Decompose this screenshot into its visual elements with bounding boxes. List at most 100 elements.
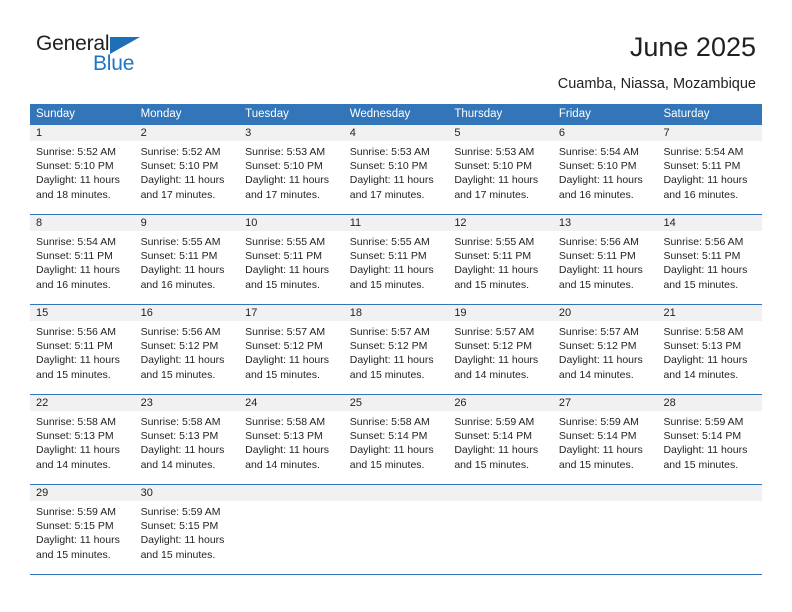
calendar-day-cell[interactable]: 12 Sunrise: 5:55 AM Sunset: 5:11 PM Dayl…: [448, 215, 553, 304]
general-blue-logo[interactable]: General Blue: [36, 32, 166, 78]
sunrise-text: Sunrise: 5:56 AM: [558, 236, 639, 248]
daylight-text: Daylight: 11 hours and 14 minutes.: [140, 444, 225, 471]
calendar-day-cell[interactable]: 1 Sunrise: 5:52 AM Sunset: 5:10 PM Dayli…: [30, 125, 135, 214]
day-details: Sunrise: 5:56 AM Sunset: 5:11 PM Dayligh…: [657, 231, 762, 292]
day-details: Sunrise: 5:58 AM Sunset: 5:13 PM Dayligh…: [239, 411, 344, 472]
page-subtitle: Cuamba, Niassa, Mozambique: [557, 76, 756, 92]
calendar-day-cell[interactable]: 29 Sunrise: 5:59 AM Sunset: 5:15 PM Dayl…: [30, 485, 135, 574]
calendar-day-cell[interactable]: 24 Sunrise: 5:58 AM Sunset: 5:13 PM Dayl…: [239, 395, 344, 484]
sunset-text: Sunset: 5:10 PM: [36, 160, 114, 173]
calendar-page: General Blue June 2025 Cuamba, Niassa, M…: [0, 0, 792, 612]
sunset-text: Sunset: 5:14 PM: [454, 430, 532, 443]
day-number: 4: [343, 125, 449, 141]
sunrise-text: Sunrise: 5:58 AM: [140, 416, 221, 428]
daylight-text: Daylight: 11 hours and 17 minutes.: [245, 174, 330, 201]
calendar-day-cell-empty: [343, 485, 449, 574]
weekday-header-row: Sunday Monday Tuesday Wednesday Thursday…: [30, 104, 762, 124]
sunset-text: Sunset: 5:12 PM: [140, 340, 219, 353]
calendar-day-cell[interactable]: 2 Sunrise: 5:52 AM Sunset: 5:10 PM Dayli…: [134, 125, 240, 214]
calendar-day-cell[interactable]: 30 Sunrise: 5:59 AM Sunset: 5:15 PM Dayl…: [134, 485, 240, 574]
day-number: 16: [134, 305, 240, 321]
day-details: Sunrise: 5:53 AM Sunset: 5:10 PM Dayligh…: [448, 141, 553, 202]
calendar-day-cell[interactable]: 13 Sunrise: 5:56 AM Sunset: 5:11 PM Dayl…: [552, 215, 658, 304]
calendar-day-cell[interactable]: 17 Sunrise: 5:57 AM Sunset: 5:12 PM Dayl…: [239, 305, 344, 394]
daylight-text: Daylight: 11 hours and 17 minutes.: [349, 174, 434, 201]
sunset-text: Sunset: 5:13 PM: [245, 430, 323, 443]
day-number: 17: [239, 305, 344, 321]
sunrise-text: Sunrise: 5:52 AM: [140, 146, 221, 158]
calendar-day-cell[interactable]: 18 Sunrise: 5:57 AM Sunset: 5:12 PM Dayl…: [343, 305, 449, 394]
calendar-day-cell[interactable]: 6 Sunrise: 5:54 AM Sunset: 5:10 PM Dayli…: [552, 125, 658, 214]
sunrise-text: Sunrise: 5:59 AM: [663, 416, 744, 428]
calendar-day-cell[interactable]: 28 Sunrise: 5:59 AM Sunset: 5:14 PM Dayl…: [657, 395, 763, 484]
daylight-text: Daylight: 11 hours and 14 minutes.: [36, 444, 120, 471]
day-details: Sunrise: 5:53 AM Sunset: 5:10 PM Dayligh…: [239, 141, 344, 202]
weekday-header-tuesday: Tuesday: [245, 108, 289, 120]
calendar-day-cell[interactable]: 14 Sunrise: 5:56 AM Sunset: 5:11 PM Dayl…: [657, 215, 763, 304]
day-details: Sunrise: 5:55 AM Sunset: 5:11 PM Dayligh…: [448, 231, 553, 292]
day-number: 20: [552, 305, 658, 321]
calendar-day-cell[interactable]: 15 Sunrise: 5:56 AM Sunset: 5:11 PM Dayl…: [30, 305, 135, 394]
sunrise-text: Sunrise: 5:54 AM: [663, 146, 744, 158]
day-number: 13: [552, 215, 658, 231]
calendar-day-cell[interactable]: 26 Sunrise: 5:59 AM Sunset: 5:14 PM Dayl…: [448, 395, 553, 484]
sunrise-text: Sunrise: 5:55 AM: [454, 236, 535, 248]
sunrise-text: Sunrise: 5:56 AM: [663, 236, 744, 248]
daylight-text: Daylight: 11 hours and 15 minutes.: [140, 534, 225, 561]
calendar-day-cell[interactable]: 11 Sunrise: 5:55 AM Sunset: 5:11 PM Dayl…: [343, 215, 449, 304]
calendar-day-cell[interactable]: 20 Sunrise: 5:57 AM Sunset: 5:12 PM Dayl…: [552, 305, 658, 394]
day-details: Sunrise: 5:57 AM Sunset: 5:12 PM Dayligh…: [553, 321, 658, 382]
calendar-day-cell[interactable]: 10 Sunrise: 5:55 AM Sunset: 5:11 PM Dayl…: [239, 215, 344, 304]
sunset-text: Sunset: 5:10 PM: [349, 160, 428, 173]
weekday-header-thursday: Thursday: [454, 108, 503, 120]
sunrise-text: Sunrise: 5:55 AM: [140, 236, 221, 248]
day-number: 29: [30, 485, 135, 501]
day-details: Sunrise: 5:55 AM Sunset: 5:11 PM Dayligh…: [239, 231, 344, 292]
sunset-text: Sunset: 5:11 PM: [663, 250, 741, 263]
calendar-day-cell[interactable]: 16 Sunrise: 5:56 AM Sunset: 5:12 PM Dayl…: [134, 305, 240, 394]
daylight-text: Daylight: 11 hours and 15 minutes.: [349, 264, 434, 291]
calendar-day-cell[interactable]: 9 Sunrise: 5:55 AM Sunset: 5:11 PM Dayli…: [134, 215, 240, 304]
calendar-day-cell[interactable]: 8 Sunrise: 5:54 AM Sunset: 5:11 PM Dayli…: [30, 215, 135, 304]
calendar-week-row: 22 Sunrise: 5:58 AM Sunset: 5:13 PM Dayl…: [30, 394, 763, 484]
daylight-text: Daylight: 11 hours and 15 minutes.: [454, 264, 539, 291]
sunset-text: Sunset: 5:11 PM: [36, 250, 113, 263]
daylight-text: Daylight: 11 hours and 18 minutes.: [36, 174, 120, 201]
day-details: Sunrise: 5:56 AM Sunset: 5:11 PM Dayligh…: [30, 321, 135, 382]
calendar-day-cell[interactable]: 23 Sunrise: 5:58 AM Sunset: 5:13 PM Dayl…: [134, 395, 240, 484]
calendar-day-cell[interactable]: 3 Sunrise: 5:53 AM Sunset: 5:10 PM Dayli…: [239, 125, 344, 214]
calendar-day-cell[interactable]: 5 Sunrise: 5:53 AM Sunset: 5:10 PM Dayli…: [448, 125, 553, 214]
sunset-text: Sunset: 5:11 PM: [454, 250, 532, 263]
calendar-day-cell[interactable]: 7 Sunrise: 5:54 AM Sunset: 5:11 PM Dayli…: [657, 125, 763, 214]
day-number: 19: [448, 305, 553, 321]
calendar-day-cell[interactable]: 27 Sunrise: 5:59 AM Sunset: 5:14 PM Dayl…: [552, 395, 658, 484]
day-number: 21: [657, 305, 763, 321]
day-number: 9: [134, 215, 240, 231]
daylight-text: Daylight: 11 hours and 15 minutes.: [663, 444, 748, 471]
day-details: Sunrise: 5:54 AM Sunset: 5:11 PM Dayligh…: [657, 141, 762, 202]
sunrise-text: Sunrise: 5:57 AM: [245, 326, 326, 338]
day-number: 1: [30, 125, 135, 141]
daylight-text: Daylight: 11 hours and 14 minutes.: [454, 354, 539, 381]
calendar-day-cell[interactable]: 25 Sunrise: 5:58 AM Sunset: 5:14 PM Dayl…: [343, 395, 449, 484]
sunrise-text: Sunrise: 5:57 AM: [454, 326, 535, 338]
day-number: 5: [448, 125, 553, 141]
sunrise-text: Sunrise: 5:59 AM: [36, 506, 116, 518]
sunrise-text: Sunrise: 5:57 AM: [558, 326, 639, 338]
sunset-text: Sunset: 5:10 PM: [245, 160, 323, 173]
calendar-day-cell[interactable]: 21 Sunrise: 5:58 AM Sunset: 5:13 PM Dayl…: [657, 305, 763, 394]
calendar-day-cell[interactable]: 22 Sunrise: 5:58 AM Sunset: 5:13 PM Dayl…: [30, 395, 135, 484]
daylight-text: Daylight: 11 hours and 15 minutes.: [140, 354, 225, 381]
sunset-text: Sunset: 5:12 PM: [349, 340, 428, 353]
day-number: 15: [30, 305, 135, 321]
calendar-day-cell[interactable]: 19 Sunrise: 5:57 AM Sunset: 5:12 PM Dayl…: [448, 305, 553, 394]
day-number: 27: [552, 395, 658, 411]
day-number: 26: [448, 395, 553, 411]
sunset-text: Sunset: 5:15 PM: [36, 520, 114, 533]
calendar-day-cell[interactable]: 4 Sunrise: 5:53 AM Sunset: 5:10 PM Dayli…: [343, 125, 449, 214]
daylight-text: Daylight: 11 hours and 15 minutes.: [349, 444, 434, 471]
sunset-text: Sunset: 5:12 PM: [245, 340, 323, 353]
calendar-day-cell-empty: [239, 485, 344, 574]
sunrise-text: Sunrise: 5:55 AM: [349, 236, 430, 248]
calendar-week-row: 15 Sunrise: 5:56 AM Sunset: 5:11 PM Dayl…: [30, 304, 763, 394]
